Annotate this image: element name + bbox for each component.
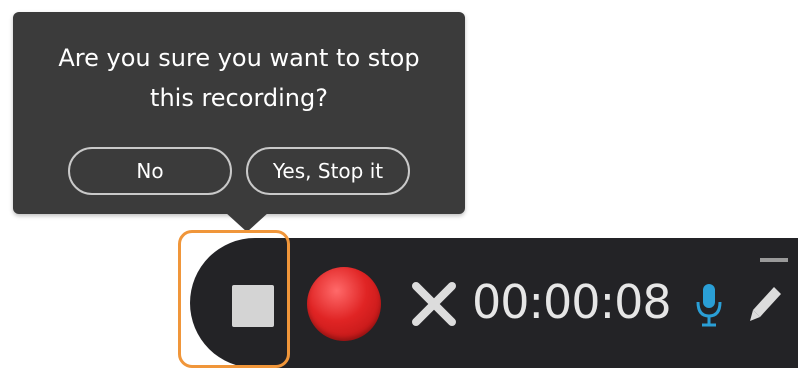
minimize-icon[interactable] bbox=[760, 258, 788, 262]
popover-message: Are you sure you want to stop this recor… bbox=[58, 44, 420, 112]
no-button[interactable]: No bbox=[68, 147, 232, 195]
screen: Are you sure you want to stop this recor… bbox=[0, 0, 798, 376]
record-icon[interactable] bbox=[307, 267, 381, 341]
recording-timer: 00:00:08 bbox=[472, 275, 672, 329]
stop-button-highlight bbox=[178, 230, 290, 368]
yes-stop-button[interactable]: Yes, Stop it bbox=[246, 147, 410, 195]
pencil-icon[interactable] bbox=[748, 284, 784, 324]
popover-arrow bbox=[225, 212, 269, 232]
stop-confirmation-popover: Are you sure you want to stop this recor… bbox=[13, 12, 465, 214]
microphone-icon[interactable] bbox=[694, 282, 724, 328]
close-icon[interactable] bbox=[408, 278, 460, 330]
